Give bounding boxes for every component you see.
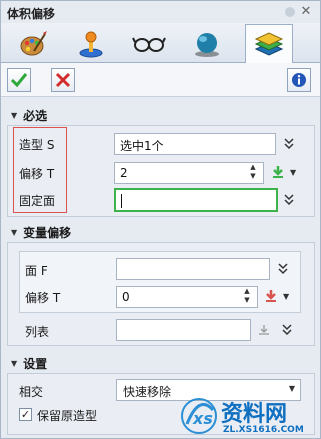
settings-header-label: 设置: [23, 356, 48, 371]
info-icon: [292, 73, 306, 87]
green-pin-icon[interactable]: [271, 164, 285, 180]
double-chevron-icon[interactable]: [280, 322, 294, 338]
double-chevron-icon[interactable]: [282, 192, 296, 208]
required-group-header[interactable]: ▼ 必选: [7, 105, 315, 125]
offset-dropdown-arrow-icon[interactable]: ▼: [290, 168, 296, 177]
list-label: 列表: [25, 325, 50, 339]
glasses-icon: [132, 37, 166, 52]
collapse-triangle-icon: ▼: [11, 358, 18, 368]
offset-spinner[interactable]: ▲ ▼: [248, 163, 258, 183]
tab-glasses[interactable]: [125, 25, 173, 63]
tab-layers[interactable]: [245, 24, 293, 63]
keep-original-checkbox[interactable]: ✓: [19, 408, 32, 421]
required-header-label: 必选: [23, 108, 48, 123]
double-chevron-icon[interactable]: [276, 261, 290, 277]
red-pin-icon[interactable]: [264, 288, 278, 304]
variable-offset-dropdown-arrow-icon[interactable]: ▼: [283, 292, 289, 301]
collapse-triangle-icon: ▼: [11, 227, 18, 237]
offset-label: 偏移 T: [19, 167, 55, 181]
info-button[interactable]: [287, 68, 311, 92]
tab-strip: [1, 23, 320, 63]
x-icon: [55, 72, 71, 88]
watermark-brand: 资料网: [221, 402, 288, 427]
action-toolbar: [1, 63, 320, 97]
watermark-url: ZL.XS1616.COM: [223, 425, 304, 435]
cancel-button[interactable]: [51, 68, 75, 92]
fixed-face-field[interactable]: [114, 188, 278, 212]
fixed-face-label: 固定面: [19, 194, 56, 208]
offset-field[interactable]: 2: [114, 162, 264, 184]
variable-offset-field[interactable]: 0: [116, 286, 258, 308]
palette-icon: [20, 31, 47, 56]
svg-text:xs: xs: [192, 409, 213, 428]
chevron-down-icon: ▼: [288, 384, 295, 393]
ok-button[interactable]: [7, 68, 31, 92]
face-label: 面 F: [25, 264, 48, 278]
variable-offset-spinner[interactable]: ▲ ▼: [242, 287, 252, 307]
collapse-triangle-icon: ▼: [11, 110, 18, 120]
shape-label: 造型 S: [19, 138, 55, 152]
intersect-value: 快速移除: [123, 385, 172, 399]
settings-group-header[interactable]: ▼ 设置: [7, 353, 315, 373]
watermark-logo: xs 资料网 ZL.XS1616.COM: [179, 394, 321, 439]
tab-sphere[interactable]: [183, 25, 231, 63]
variable-group-header[interactable]: ▼ 变量偏移: [7, 222, 315, 242]
download-icon[interactable]: [257, 322, 271, 338]
intersect-label: 相交: [19, 385, 44, 399]
joystick-icon: [79, 31, 103, 58]
keep-original-label: 保留原造型: [37, 409, 98, 423]
tab-joystick[interactable]: [67, 25, 115, 63]
variable-offset-label: 偏移 T: [25, 291, 61, 305]
text-caret: [121, 193, 122, 208]
help-dot-icon[interactable]: [285, 7, 295, 17]
tab-palette[interactable]: [9, 25, 57, 63]
layers-icon: [254, 32, 284, 56]
shape-field[interactable]: 选中1个: [114, 133, 276, 155]
title-bar: 体积偏移 ✕: [1, 1, 320, 23]
check-icon: [10, 73, 28, 88]
double-chevron-icon[interactable]: [282, 136, 296, 152]
sphere-icon: [195, 33, 219, 57]
volume-offset-panel: 体积偏移 ✕ ▼ 必选 造型 S 选中1个 偏移 T 2 ▲ ▼ ▼ 固定面 ▼…: [0, 0, 321, 439]
close-icon[interactable]: ✕: [299, 4, 313, 19]
list-field[interactable]: [116, 319, 251, 341]
variable-header-label: 变量偏移: [23, 225, 72, 240]
window-title: 体积偏移: [7, 7, 56, 21]
face-field[interactable]: [116, 258, 270, 280]
